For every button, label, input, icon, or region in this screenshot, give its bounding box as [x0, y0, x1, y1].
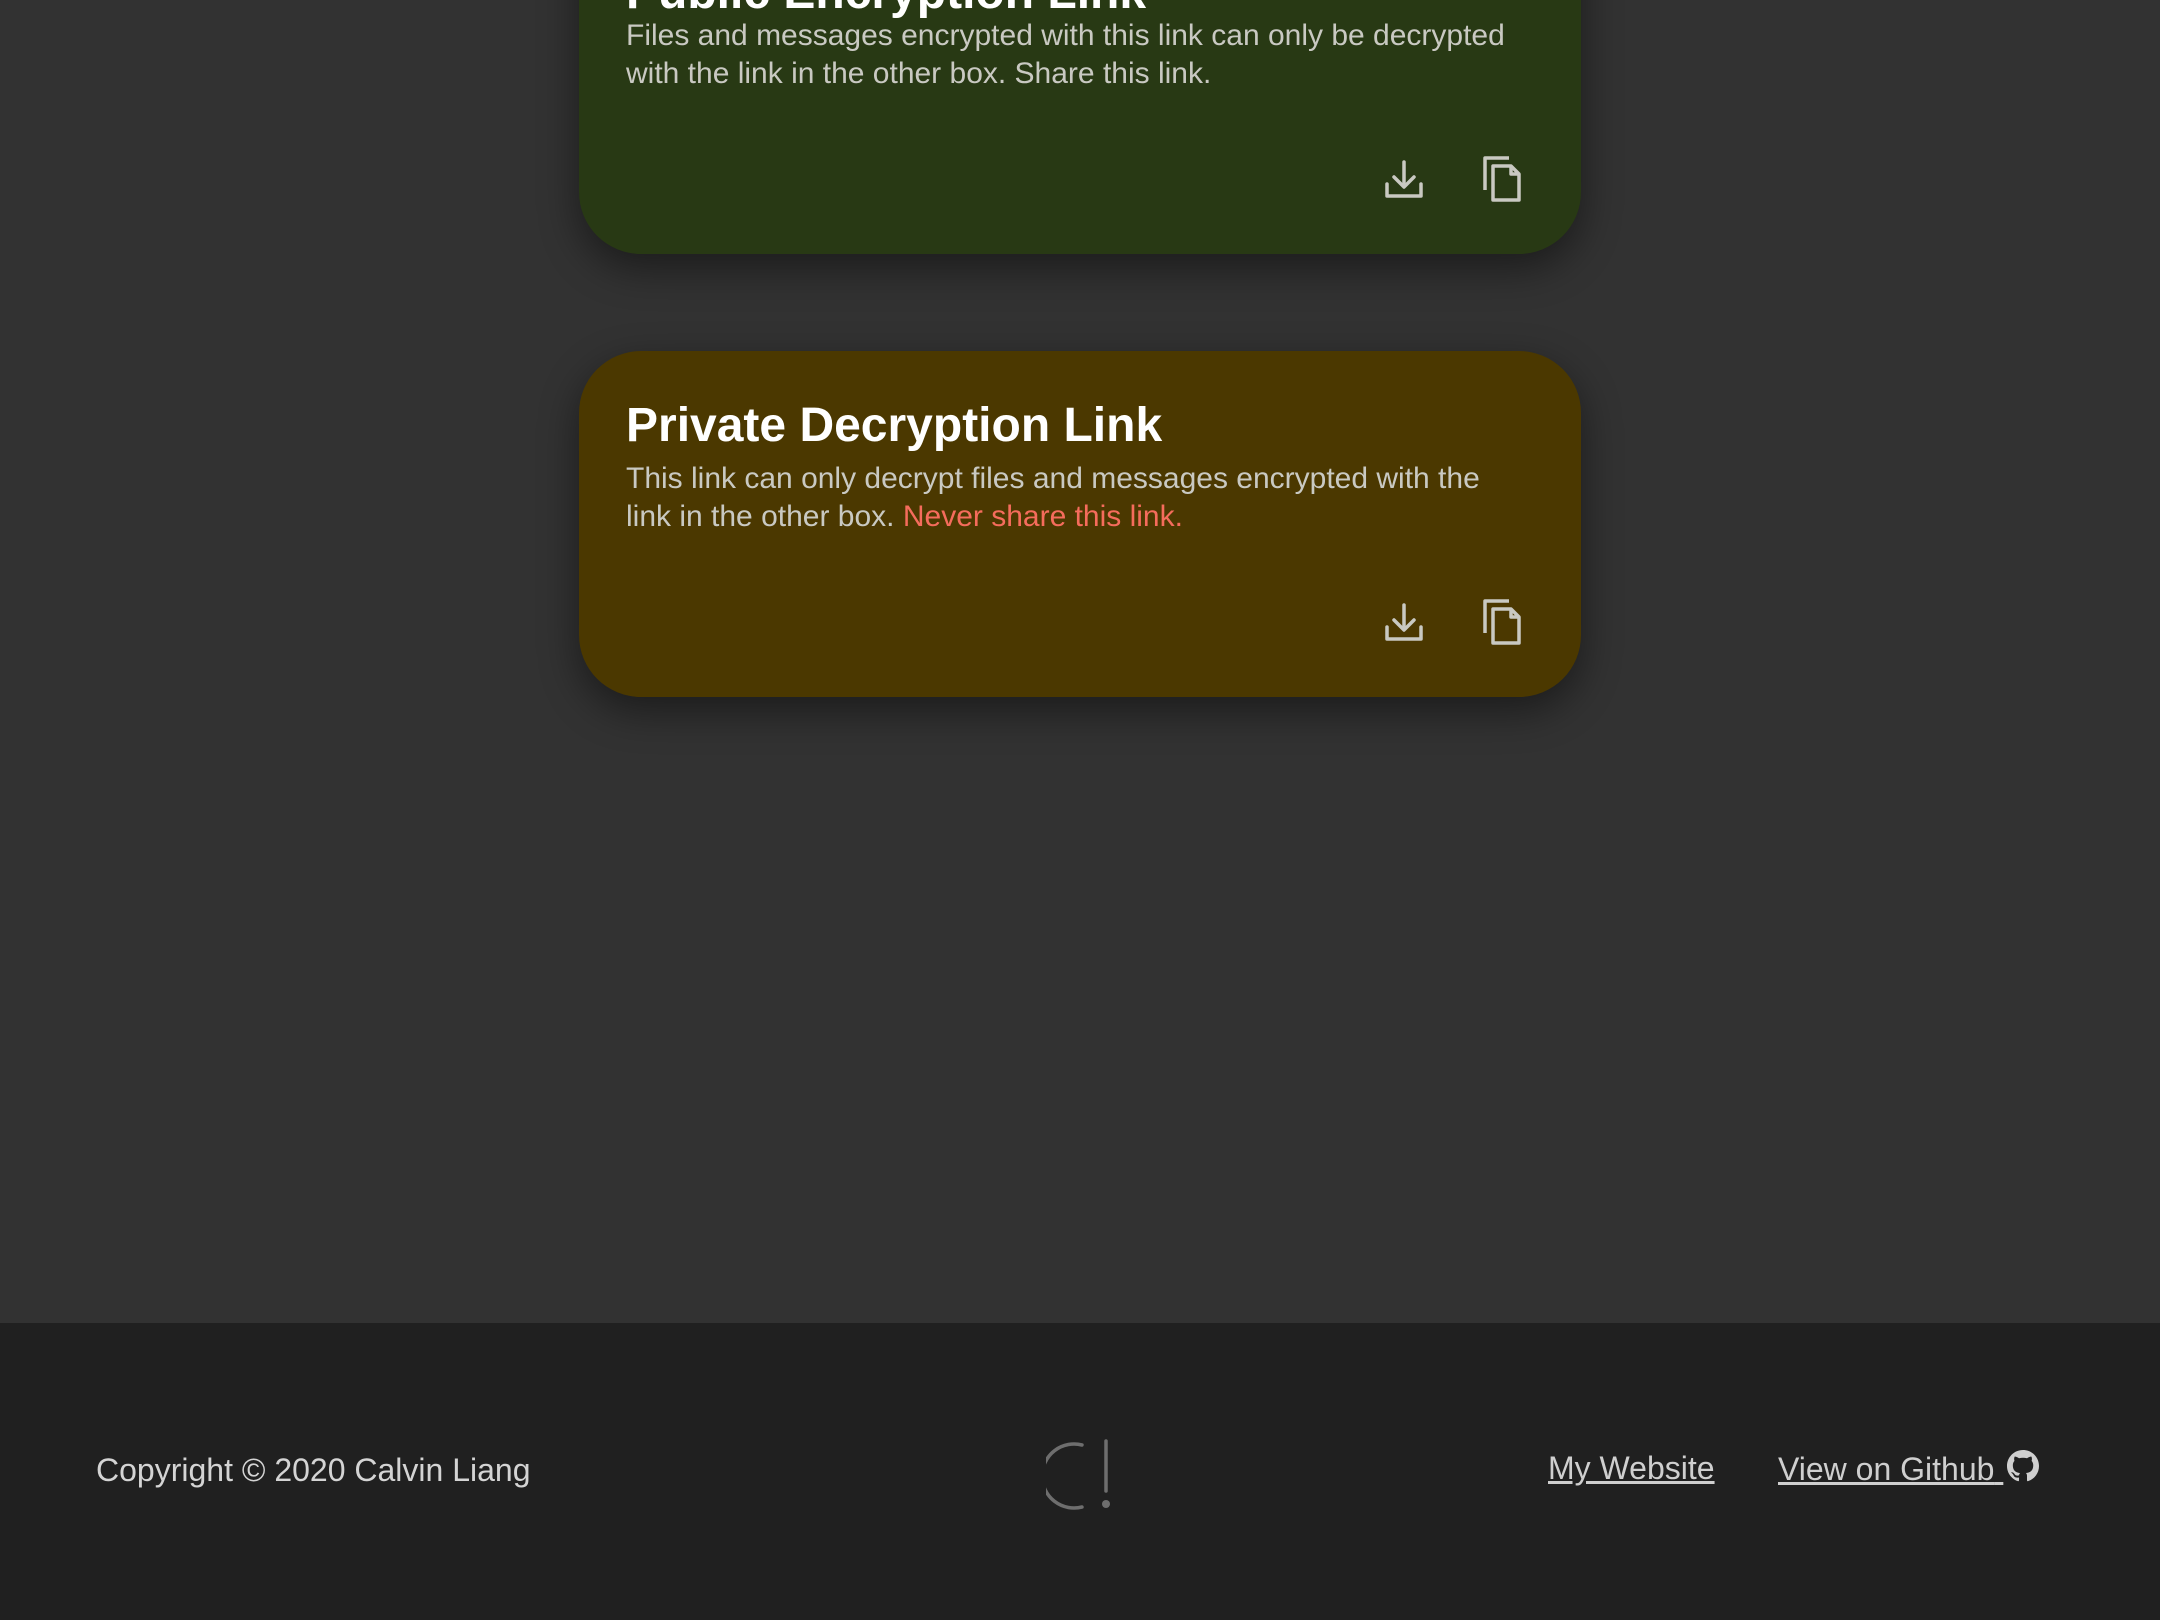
download-icon: [1385, 160, 1423, 198]
private-link-card: Private Decryption Link This link can on…: [579, 351, 1581, 697]
view-on-github-link[interactable]: View on Github: [1778, 1450, 2040, 1488]
copy-icon: [1483, 599, 1521, 645]
my-website-link[interactable]: My Website: [1548, 1450, 1715, 1487]
copyright-text: Copyright © 2020 Calvin Liang: [96, 1452, 531, 1488]
private-download-button[interactable]: [1381, 597, 1427, 647]
page: Public Encryption Link Files and message…: [0, 0, 2160, 1620]
footer: Copyright © 2020 Calvin Liang My Website…: [0, 1323, 2160, 1620]
public-download-button[interactable]: [1381, 154, 1427, 204]
logo-icon: [1046, 1439, 1110, 1510]
private-card-warning: Never share this link.: [902, 500, 1183, 533]
private-copy-button[interactable]: [1477, 597, 1523, 647]
public-card-actions: [1381, 154, 1523, 204]
private-card-actions: [1381, 597, 1523, 647]
public-link-card: Public Encryption Link Files and message…: [579, 0, 1581, 254]
copy-icon: [1483, 156, 1521, 202]
public-card-description: Files and messages encrypted with this l…: [626, 19, 1505, 90]
github-icon: [2007, 1450, 2040, 1482]
private-card-description: This link can only decrypt files and mes…: [626, 460, 1526, 536]
download-icon: [1385, 603, 1423, 641]
private-card-title: Private Decryption Link: [626, 399, 1163, 452]
public-copy-button[interactable]: [1477, 154, 1523, 204]
github-link-label: View on Github: [1778, 1451, 1995, 1487]
